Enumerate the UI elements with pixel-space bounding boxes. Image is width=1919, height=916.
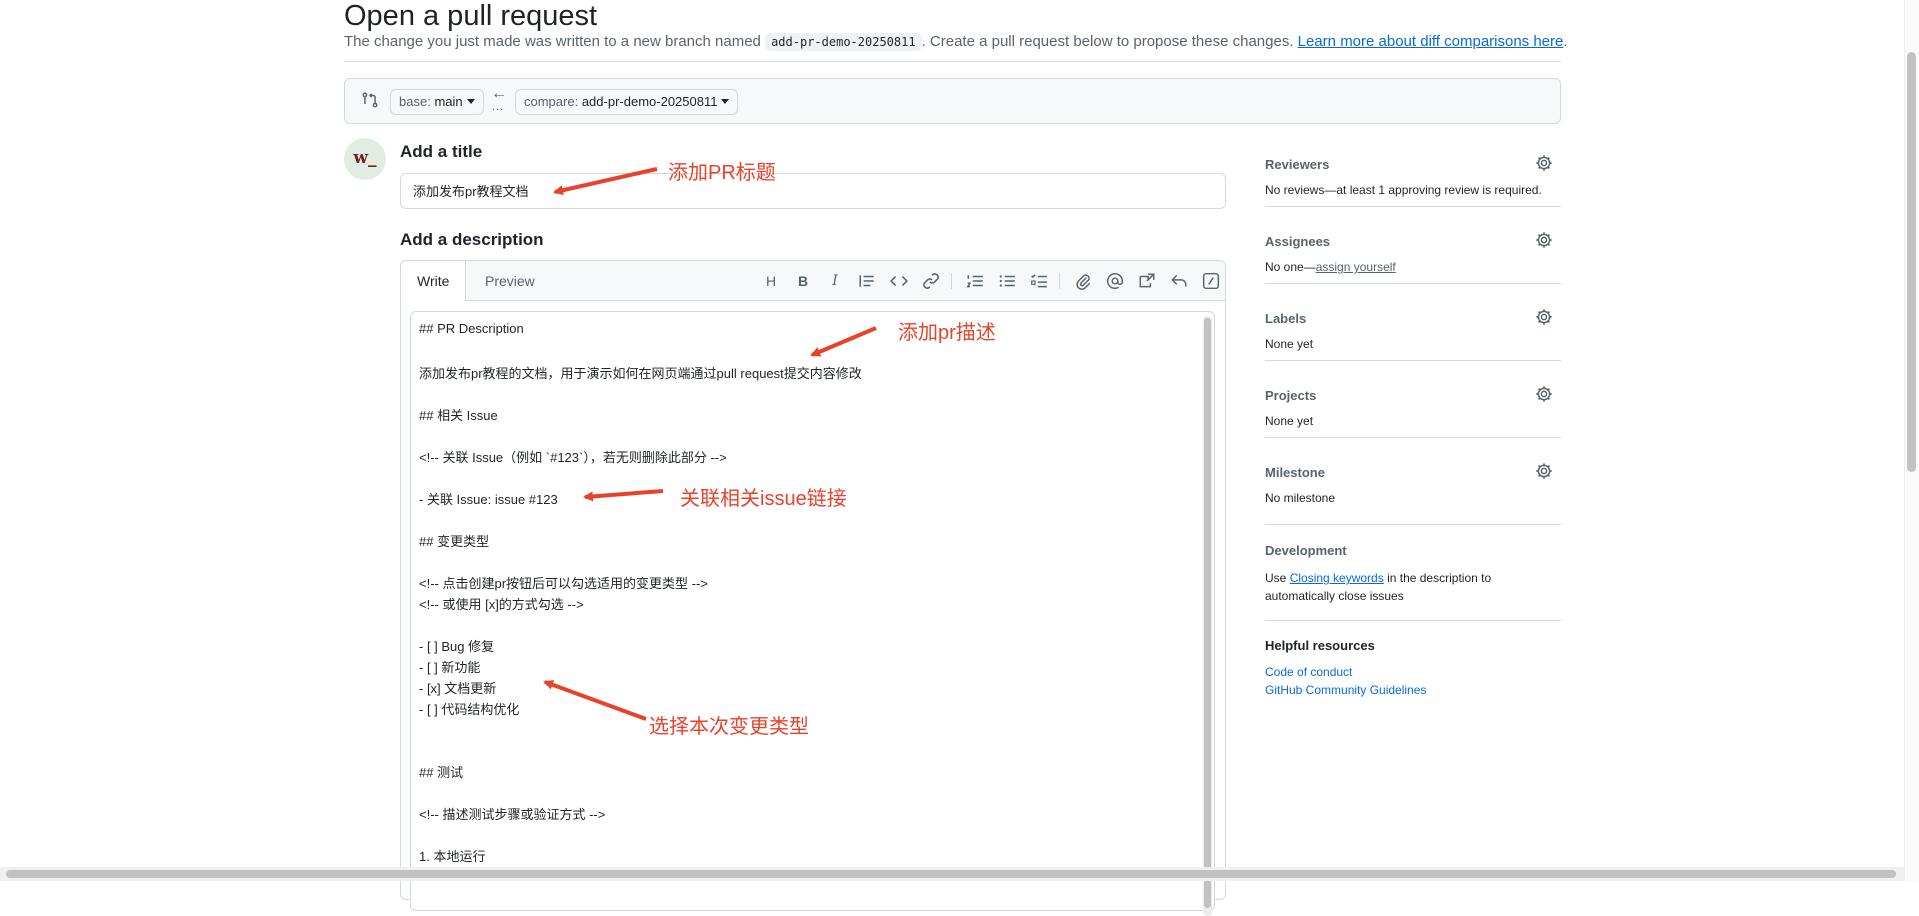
avatar: w_ [344, 138, 386, 180]
mention-icon[interactable] [1106, 272, 1124, 290]
page-subtitle: The change you just made was written to … [344, 33, 1568, 51]
body-line: ## PR Description [419, 321, 524, 336]
community-guidelines-link[interactable]: GitHub Community Guidelines [1265, 683, 1426, 697]
assignees-text: No one—assign yourself [1265, 260, 1396, 274]
unordered-list-icon[interactable] [998, 272, 1016, 290]
body-line: <!-- 或使用 [x]的方式勾选 --> [419, 597, 584, 612]
projects-title[interactable]: Projects [1265, 388, 1316, 403]
caret-down-icon [466, 99, 475, 104]
subtitle-period: . [1563, 33, 1568, 50]
editor-toolbar: Write Preview H B I [401, 261, 1225, 301]
gear-icon[interactable] [1535, 154, 1553, 172]
title-input[interactable]: 添加发布pr教程文档 [400, 173, 1226, 209]
italic-icon[interactable]: I [826, 272, 844, 290]
branch-name-code: add-pr-demo-20250811 [765, 33, 922, 51]
markdown-editor: Write Preview H B I ## PR Description 添加… [400, 260, 1226, 916]
divider [344, 61, 1561, 62]
divider [1265, 360, 1561, 361]
development-text: Use Closing keywords in the description … [1265, 569, 1525, 605]
compare-value: add-pr-demo-20250811 [581, 94, 718, 109]
reviewers-title[interactable]: Reviewers [1265, 157, 1329, 172]
task-list-icon[interactable] [1030, 272, 1048, 290]
subtitle-text-2: . Create a pull request below to propose… [921, 33, 1298, 50]
compare-branch-select[interactable]: compare: add-pr-demo-20250811 [515, 89, 739, 115]
milestone-title[interactable]: Milestone [1265, 465, 1325, 480]
assignees-none: No one— [1265, 260, 1316, 274]
base-label: base: [399, 94, 431, 109]
body-line: - [ ] Bug 修复 [419, 639, 495, 654]
reply-icon[interactable] [1170, 272, 1188, 290]
link-icon[interactable] [922, 272, 940, 290]
bold-icon[interactable]: B [794, 272, 812, 290]
attachment-icon[interactable] [1074, 272, 1092, 290]
heading-icon[interactable]: H [762, 272, 780, 290]
branch-compare-bar: base: main ← ... compare: add-pr-demo-20… [344, 78, 1561, 124]
base-value: main [434, 94, 463, 109]
assignees-title[interactable]: Assignees [1265, 234, 1330, 249]
body-line: - [ ] 代码结构优化 [419, 702, 520, 717]
gear-icon[interactable] [1535, 385, 1553, 403]
divider [1265, 524, 1561, 525]
body-line: 1. 本地运行 [419, 849, 486, 864]
ordered-list-icon[interactable] [966, 272, 984, 290]
dev-text-1: Use [1265, 571, 1290, 585]
annotation-description: 添加pr描述 [898, 322, 996, 344]
body-line: 添加发布pr教程的文档，用于演示如何在网页端通过pull request提交内容… [419, 366, 862, 381]
labels-title[interactable]: Labels [1265, 311, 1306, 326]
cross-reference-icon[interactable] [1138, 272, 1156, 290]
gear-icon[interactable] [1535, 462, 1553, 480]
subtitle-text: The change you just made was written to … [344, 33, 766, 50]
divider [1265, 206, 1561, 207]
gear-icon[interactable] [1535, 308, 1553, 326]
body-line: ## 相关 Issue [419, 408, 498, 423]
page-horizontal-scroll-thumb[interactable] [6, 870, 1896, 878]
closing-keywords-link[interactable]: Closing keywords [1290, 571, 1384, 585]
description-textarea[interactable]: ## PR Description 添加发布pr教程的文档，用于演示如何在网页端… [410, 311, 1215, 916]
compare-label: compare: [524, 94, 579, 109]
body-line: ## 测试 [419, 765, 464, 780]
annotation-issue: 关联相关issue链接 [680, 488, 847, 510]
page-title: Open a pull request [344, 0, 598, 32]
body-line: - [ ] 新功能 [419, 660, 481, 675]
body-line: - 关联 Issue: issue #123 [419, 492, 558, 507]
labels-text: None yet [1265, 337, 1314, 351]
toolbar-divider [1059, 273, 1060, 289]
learn-more-link[interactable]: Learn more about diff comparisons here [1298, 33, 1564, 50]
git-compare-icon [362, 92, 378, 108]
page-vertical-scroll-thumb[interactable] [1907, 52, 1916, 472]
base-branch-select[interactable]: base: main [390, 89, 484, 115]
body-line: <!-- 点击创建pr按钮后可以勾选适用的变更类型 --> [419, 576, 708, 591]
gear-icon[interactable] [1535, 231, 1553, 249]
divider [1265, 620, 1561, 621]
code-of-conduct-link[interactable]: Code of conduct [1265, 665, 1352, 679]
caret-down-icon [721, 99, 730, 104]
slash-commands-icon[interactable] [1202, 272, 1220, 290]
body-line: <!-- 描述测试步骤或验证方式 --> [419, 807, 606, 822]
body-line: - [x] 文档更新 [419, 681, 497, 696]
projects-text: None yet [1265, 414, 1314, 428]
toolbar-divider [951, 273, 952, 289]
helpful-resources-title: Helpful resources [1265, 638, 1375, 653]
development-title: Development [1265, 543, 1347, 558]
assign-yourself-link[interactable]: assign yourself [1316, 260, 1396, 274]
milestone-text: No milestone [1265, 491, 1336, 505]
quote-icon[interactable] [858, 272, 876, 290]
tab-write[interactable]: Write [401, 261, 467, 301]
textarea-scroll-thumb[interactable] [1204, 318, 1211, 908]
annotation-type: 选择本次变更类型 [649, 716, 809, 738]
annotation-title: 添加PR标题 [668, 162, 776, 184]
divider [1265, 437, 1561, 438]
reviewers-text: No reviews—at least 1 approving review i… [1265, 183, 1542, 197]
compare-dots: ... [492, 101, 505, 113]
code-icon[interactable] [890, 272, 908, 290]
tab-preview[interactable]: Preview [469, 261, 551, 300]
body-line: <!-- 关联 Issue（例如 `#123`），若无则删除此部分 --> [419, 450, 727, 465]
divider [1265, 283, 1561, 284]
title-label: Add a title [400, 142, 483, 161]
description-label: Add a description [400, 230, 544, 249]
body-line: ## 变更类型 [419, 534, 490, 549]
